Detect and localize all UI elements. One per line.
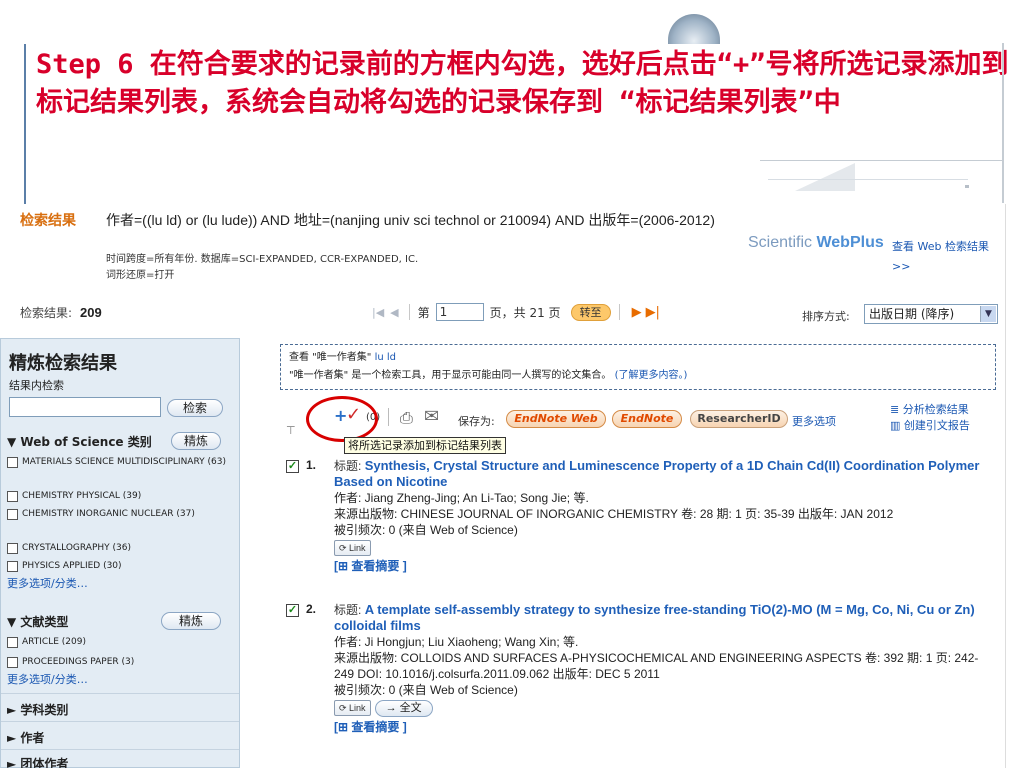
researcherid-button[interactable]: ResearcherID: [690, 410, 788, 428]
record-checkbox[interactable]: ✓: [286, 604, 299, 617]
doc-type-checkbox[interactable]: PROCEEDINGS PAPER (3): [7, 656, 227, 668]
record-number: 2.: [306, 602, 317, 616]
globe-logo-icon: [668, 14, 720, 44]
search-within-button[interactable]: 检索: [167, 399, 223, 417]
category-checkbox[interactable]: CHEMISTRY PHYSICAL (39): [7, 490, 227, 502]
slide: Step 6 在符合要求的记录前的方框内勾选，选好后点击“+”号将所选记录添加到…: [0, 0, 1024, 768]
first-page-icon[interactable]: |◀: [372, 306, 384, 319]
link-icon: ⟳: [339, 703, 350, 713]
record-title-link[interactable]: A template self-assembly strategy to syn…: [334, 602, 975, 633]
more-doc-types-link[interactable]: 更多选项/分类…: [7, 671, 88, 687]
go-to-page-button[interactable]: 转至: [570, 303, 611, 321]
scientific-webplus-logo: Scientific WebPlus: [748, 234, 884, 251]
print-icon[interactable]: ⎙: [400, 408, 413, 428]
link-icon: ⟳: [339, 543, 350, 553]
citation-report-link[interactable]: ▥ 创建引文报告: [890, 418, 970, 434]
add-to-marked-list-tooltip: 将所选记录添加到标记结果列表: [344, 437, 506, 454]
collapsed-triangle-icon: ►: [7, 703, 21, 717]
authors-toggle[interactable]: ► 作者: [7, 729, 44, 746]
highlight-circle: [306, 396, 378, 442]
more-categories-link[interactable]: 更多选项/分类…: [7, 575, 88, 591]
record-source: 来源出版物: COLLOIDS AND SURFACES A-PHYSICOCH…: [334, 651, 979, 681]
expand-triangle-icon: ▼: [7, 435, 21, 449]
wos-category-heading[interactable]: ▼ Web of Science 类别: [7, 433, 152, 450]
sfx-link-button[interactable]: ⟳ Link: [334, 700, 371, 716]
search-within-label: 结果内检索: [9, 379, 64, 392]
search-within-input[interactable]: [9, 397, 161, 417]
analyze-results-link[interactable]: ≣ 分析检索结果: [890, 402, 970, 418]
record-authors: 作者: Jiang Zheng-Jing; An Li-Tao; Song Ji…: [334, 491, 589, 505]
expand-triangle-icon: ▼: [7, 615, 21, 629]
record-cited: 被引频次: 0 (来自 Web of Science): [334, 683, 518, 697]
sort-select[interactable]: 出版日期 (降序) ▼: [864, 304, 998, 324]
sfx-link-button[interactable]: ⟳ Link: [334, 540, 371, 556]
collapsed-triangle-icon: ►: [7, 757, 21, 768]
timespan-info: 时间跨度=所有年份. 数据库=SCI-EXPANDED, CCR-EXPANDE…: [106, 254, 419, 265]
doc-type-checkbox[interactable]: ARTICLE (209): [7, 636, 227, 648]
record-source: 来源出版物: CHINESE JOURNAL OF INORGANIC CHEM…: [334, 507, 894, 521]
save-as-label: 保存为:: [458, 415, 495, 428]
view-abstract-link[interactable]: [⊞ 查看摘要 ]: [334, 558, 994, 574]
record-number: 1.: [306, 458, 317, 472]
more-options-link[interactable]: 更多选项: [792, 413, 836, 429]
refine-button[interactable]: 精炼: [161, 612, 221, 630]
page-number-input[interactable]: 1: [435, 303, 484, 321]
record-cited: 被引频次: 0 (来自 Web of Science): [334, 523, 518, 537]
author-set-link[interactable]: lu ld: [375, 352, 396, 363]
prev-page-icon[interactable]: ◀: [390, 306, 398, 319]
lemmatization-info: 词形还原=打开: [106, 270, 175, 281]
collapsed-triangle-icon: ►: [7, 731, 21, 745]
sort-label: 排序方式:: [802, 310, 850, 323]
analyze-icon: ≣: [890, 403, 903, 416]
learn-more-link[interactable]: (了解更多内容。): [615, 370, 688, 381]
results-label: 检索结果: [20, 213, 76, 229]
chevron-down-icon: ▼: [980, 306, 996, 322]
record-title-link[interactable]: Synthesis, Crystal Structure and Lumines…: [334, 458, 979, 489]
last-page-icon[interactable]: ▶|: [646, 305, 660, 320]
category-checkbox[interactable]: PHYSICS APPLIED (30): [7, 560, 227, 572]
category-checkbox[interactable]: MATERIALS SCIENCE MULTIDISCIPLINARY (63): [7, 456, 227, 468]
pagination: |◀ ◀ 第 1 页，共 21 页 转至 ▶ ▶|: [372, 302, 660, 322]
slide-title: Step 6 在符合要求的记录前的方框内勾选，选好后点击“+”号将所选记录添加到…: [36, 49, 1009, 118]
page-prefix: 第: [417, 305, 430, 320]
select-arrow-icon: ⊤: [286, 424, 296, 437]
author-set-notice: 查看 "唯一作者集" lu ld "唯一作者集" 是一个检索工具，用于显示可能由…: [280, 344, 996, 390]
subject-category-toggle[interactable]: ► 学科类别: [7, 701, 68, 718]
record-authors: 作者: Ji Hongjun; Liu Xiaoheng; Wang Xin; …: [334, 635, 579, 649]
group-authors-toggle[interactable]: ► 团体作者: [7, 755, 68, 768]
next-page-icon[interactable]: ▶: [632, 305, 642, 320]
endnote-button[interactable]: EndNote: [612, 410, 682, 428]
bar-chart-icon: ▥: [890, 419, 904, 432]
records-toolbar: ⊤ + ✓ (0) ⎙ ✉ 保存为: EndNote Web EndNote R…: [282, 402, 1002, 442]
decorative-graphic: [760, 43, 1004, 203]
record-checkbox[interactable]: ✓: [286, 460, 299, 473]
result-count: 检索结果: 209: [20, 305, 102, 320]
category-checkbox[interactable]: CHEMISTRY INORGANIC NUCLEAR (37): [7, 508, 227, 520]
endnote-web-button[interactable]: EndNote Web: [506, 410, 606, 428]
email-icon[interactable]: ✉: [424, 406, 439, 427]
full-text-button[interactable]: → 全文: [374, 700, 433, 717]
title-accent-bar: [24, 44, 26, 204]
doc-type-heading[interactable]: ▼ 文献类型: [7, 613, 68, 630]
page-total: 页，共 21 页: [489, 305, 561, 320]
view-abstract-link[interactable]: [⊞ 查看摘要 ]: [334, 719, 994, 735]
category-checkbox[interactable]: CRYSTALLOGRAPHY (36): [7, 542, 227, 554]
refine-title: 精炼检索结果: [9, 353, 117, 374]
search-query: 作者=((lu ld) or (lu lude)) AND 地址=(nanjin…: [106, 212, 715, 228]
wos-results-screenshot: 检索结果 作者=((lu ld) or (lu lude)) AND 地址=(n…: [0, 204, 1006, 768]
refine-button[interactable]: 精炼: [171, 432, 221, 450]
refine-sidebar: 精炼检索结果 结果内检索 检索 ▼ Web of Science 类别 精炼 M…: [0, 338, 240, 768]
webplus-results-link[interactable]: 查看 Web 检索结果 >>: [892, 237, 996, 277]
